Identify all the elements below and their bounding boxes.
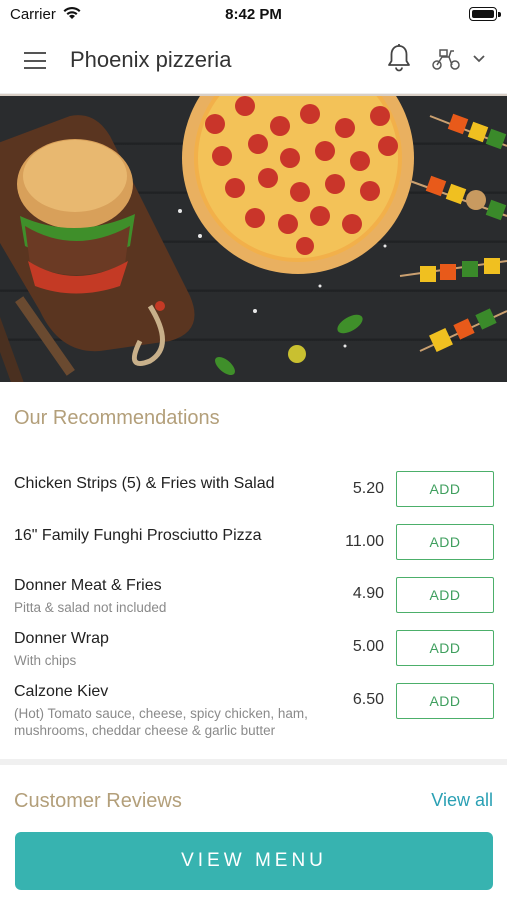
section-divider (0, 759, 507, 765)
status-bar: Carrier 8:42 PM (0, 0, 507, 28)
app-header: Phoenix pizzeria (0, 28, 507, 94)
item-price: 11.00 (345, 533, 384, 550)
item-price: 5.00 (352, 638, 384, 655)
item-name: Donner Wrap (14, 630, 109, 647)
item-name: 16" Family Funghi Prosciutto Pizza (14, 527, 262, 544)
view-menu-button[interactable]: VIEW MENU (15, 832, 493, 890)
item-name: Donner Meat & Fries (14, 577, 162, 594)
item-price: 5.20 (352, 480, 384, 497)
add-button[interactable]: ADD (396, 630, 494, 666)
add-button[interactable]: ADD (396, 471, 494, 507)
item-description: (Hot) Tomato sauce, cheese, spicy chicke… (14, 706, 308, 738)
list-item: 16" Family Funghi Prosciutto Pizza 11.00… (0, 524, 507, 574)
item-name: Chicken Strips (5) & Fries with Salad (14, 475, 275, 492)
item-price: 4.90 (352, 585, 384, 602)
add-button[interactable]: ADD (396, 683, 494, 719)
hamburger-icon[interactable] (24, 52, 46, 69)
hero-image (0, 94, 507, 382)
reviews-title: Customer Reviews (14, 790, 182, 812)
item-description: Pitta & salad not included (14, 600, 167, 615)
view-all-link[interactable]: View all (431, 790, 493, 811)
item-description: With chips (14, 653, 77, 668)
clock: 8:42 PM (225, 6, 282, 23)
page-title: Phoenix pizzeria (70, 47, 232, 72)
recommendations-title: Our Recommendations (14, 407, 220, 429)
item-name: Calzone Kiev (14, 683, 109, 700)
scooter-icon[interactable] (431, 47, 461, 71)
list-item: Donner Wrap With chips 5.00 ADD (0, 630, 507, 680)
food-illustration (0, 96, 507, 382)
battery-icon (469, 7, 501, 21)
list-item: Donner Meat & Fries Pitta & salad not in… (0, 577, 507, 627)
list-item: Calzone Kiev (Hot) Tomato sauce, cheese,… (0, 683, 507, 745)
bell-icon[interactable] (386, 43, 412, 73)
add-button[interactable]: ADD (396, 524, 494, 560)
add-button[interactable]: ADD (396, 577, 494, 613)
item-price: 6.50 (352, 691, 384, 708)
chevron-down-icon[interactable] (472, 54, 486, 64)
list-item: Chicken Strips (5) & Fries with Salad 5.… (0, 471, 507, 521)
